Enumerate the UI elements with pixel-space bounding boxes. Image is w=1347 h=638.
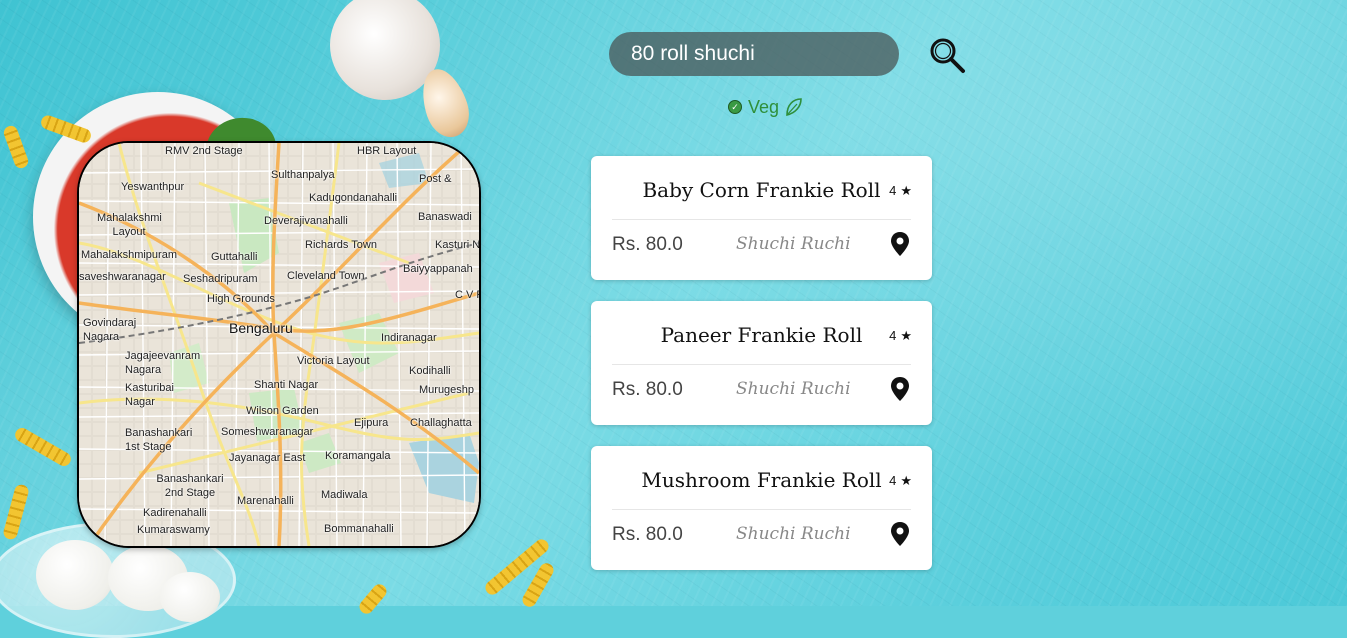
map-pin-icon[interactable] xyxy=(890,376,910,402)
map-label: Murugeshp xyxy=(419,384,475,396)
map-label: Kodihalli xyxy=(409,365,451,377)
map-label: Challaghatta xyxy=(410,417,472,429)
divider xyxy=(612,509,911,510)
map-label: Yeswanthpur xyxy=(121,181,185,193)
map-label: saveshwaranagar xyxy=(79,271,166,283)
map-label: Post & xyxy=(419,173,452,185)
map-label: Deverajivanahalli xyxy=(264,215,348,227)
map-label: Banashankari 2nd Stage xyxy=(156,473,224,499)
mozzarella-ball xyxy=(36,540,114,610)
map-label: Ejipura xyxy=(354,417,389,429)
check-circle-icon: ✓ xyxy=(728,100,742,114)
map-label: Bommanahalli xyxy=(324,523,394,535)
price: Rs. 80.0 xyxy=(612,524,683,545)
map-label: High Grounds xyxy=(207,293,275,305)
map-label: C V R xyxy=(455,289,479,301)
item-name: Paneer Frankie Roll xyxy=(660,323,863,347)
map-label: Richards Town xyxy=(305,239,377,251)
result-card[interactable]: Paneer Frankie Roll 4 ★ Rs. 80.0 Shuchi R… xyxy=(591,301,932,425)
map-label: Indiranagar xyxy=(381,332,437,344)
divider xyxy=(612,219,911,220)
map-label: Mahalakshmipuram xyxy=(81,249,177,261)
map-label: Govindaraj Nagara xyxy=(83,317,137,343)
map-label: Marenahalli xyxy=(237,495,294,507)
map-label: Wilson Garden xyxy=(246,405,319,417)
map-pin-icon[interactable] xyxy=(890,521,910,547)
map-label: Kumaraswamy xyxy=(137,524,210,536)
map-label: Seshadripuram xyxy=(183,273,258,285)
map-label: Shanti Nagar xyxy=(254,379,319,391)
map-label: Jayanagar East xyxy=(229,452,306,464)
star-icon: ★ xyxy=(900,473,912,488)
rating: 4 ★ xyxy=(889,473,912,488)
map-label: Koramangala xyxy=(325,450,391,462)
map-label: Baiyyappanah xyxy=(403,263,473,275)
shop-name: Shuchi Ruchi xyxy=(736,524,851,544)
map-label: Kasturi N xyxy=(435,239,481,251)
map-label: Kasturibai Nagar xyxy=(125,382,174,408)
veg-filter-label: Veg xyxy=(748,96,780,117)
rating: 4 ★ xyxy=(889,328,912,343)
price: Rs. 80.0 xyxy=(612,379,683,400)
map-label: Jagajeevanram Nagara xyxy=(125,350,201,376)
leaf-icon xyxy=(786,98,802,117)
mozzarella-ball xyxy=(160,572,220,622)
map-label: Mahalakshmi Layout xyxy=(97,212,162,238)
star-icon: ★ xyxy=(900,183,912,198)
map-label: Guttahalli xyxy=(211,251,258,263)
map-label: Banaswadi xyxy=(418,211,472,223)
map-label: Someshwaranagar xyxy=(221,426,314,438)
search-icon[interactable] xyxy=(928,36,966,74)
shop-name: Shuchi Ruchi xyxy=(736,234,851,254)
map-pin-icon[interactable] xyxy=(890,231,910,257)
result-card[interactable]: Baby Corn Frankie Roll 4 ★ Rs. 80.0 Shuch… xyxy=(591,156,932,280)
shop-name: Shuchi Ruchi xyxy=(736,379,851,399)
map-label: Sulthanpalya xyxy=(271,169,335,181)
item-name: Baby Corn Frankie Roll xyxy=(642,178,881,202)
divider xyxy=(612,364,911,365)
map-label: RMV 2nd Stage xyxy=(165,145,243,157)
item-name: Mushroom Frankie Roll xyxy=(641,468,882,492)
price: Rs. 80.0 xyxy=(612,234,683,255)
veg-filter[interactable]: ✓ Veg xyxy=(728,96,803,118)
map-label: Banashankari 1st Stage xyxy=(125,427,193,453)
result-card[interactable]: Mushroom Frankie Roll 4 ★ Rs. 80.0 Shuchi… xyxy=(591,446,932,570)
map-roads xyxy=(79,143,479,546)
map-label: Bengaluru xyxy=(229,320,293,336)
map-label: Madiwala xyxy=(321,489,368,501)
map-label: Cleveland Town xyxy=(287,270,365,282)
search-input[interactable]: 80 roll shuchi xyxy=(609,32,899,76)
star-icon: ★ xyxy=(900,328,912,343)
map-label: Victoria Layout xyxy=(297,355,370,367)
map-label: HBR Layout xyxy=(357,145,417,157)
rating: 4 ★ xyxy=(889,183,912,198)
map-label: Kadirenahalli xyxy=(143,507,207,519)
map-label: Kadugondanahalli xyxy=(309,192,398,204)
city-map[interactable]: RMV 2nd Stage HBR Layout Sulthanpalya Po… xyxy=(77,141,481,548)
